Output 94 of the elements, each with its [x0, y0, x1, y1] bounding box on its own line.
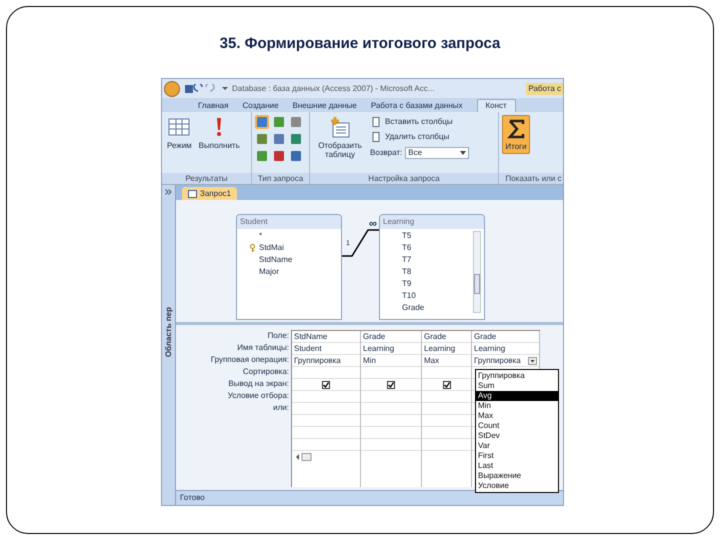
return-label: Возврат:	[370, 149, 402, 157]
table-box-title: Student	[237, 215, 341, 229]
context-tab-label: Работа с	[526, 82, 563, 94]
checkbox[interactable]	[442, 380, 450, 388]
table-field[interactable]: T8	[402, 268, 412, 276]
dropdown-option[interactable]: Count	[476, 421, 558, 431]
scrollbar[interactable]	[473, 231, 481, 313]
query-type-icon[interactable]	[272, 132, 286, 146]
ribbon-tab[interactable]: Конст	[476, 99, 516, 112]
grid-cell[interactable]: Группировка	[472, 355, 539, 367]
table-field[interactable]: *	[259, 232, 262, 240]
document-tab[interactable]: Запрос1	[182, 187, 237, 200]
row-label: или:	[273, 402, 289, 414]
dropdown-option[interactable]: StDev	[476, 431, 558, 441]
exclamation-icon	[217, 117, 222, 139]
query-type-icon[interactable]	[289, 132, 303, 146]
relationship-many-label: ∞	[369, 219, 377, 230]
row-label: Имя таблицы:	[237, 342, 289, 354]
dropdown-option[interactable]: Var	[476, 441, 558, 451]
table-field[interactable]: StdMai	[259, 244, 284, 252]
table-field[interactable]: StdName	[259, 256, 292, 264]
dropdown-option[interactable]: Last	[476, 461, 558, 471]
table-field[interactable]: T6	[402, 244, 412, 252]
dropdown-option[interactable]: Avg	[476, 391, 558, 401]
ribbon-group-label: Результаты	[162, 173, 251, 184]
row-label: Условие отбора:	[228, 390, 289, 402]
dropdown-option[interactable]: First	[476, 451, 558, 461]
grid-cell[interactable]: Learning	[472, 343, 539, 355]
dropdown-option[interactable]: Группировка	[476, 371, 558, 381]
table-field[interactable]: Major	[259, 268, 280, 276]
office-button[interactable]	[164, 80, 180, 96]
column-icon	[370, 117, 382, 127]
query-type-icon[interactable]	[255, 132, 269, 146]
table-field[interactable]: T10	[402, 292, 416, 300]
ribbon-button[interactable]: Режим	[165, 115, 194, 152]
ribbon-button[interactable]: Выполнить	[196, 115, 242, 152]
ribbon-group-label: Тип запроса	[252, 173, 309, 184]
dropdown-option[interactable]: Min	[476, 401, 558, 411]
row-label: Вывод на экран:	[228, 378, 289, 390]
collapse-icon[interactable]	[165, 189, 172, 195]
table-field[interactable]: T7	[402, 256, 412, 264]
grid-cell[interactable]: Max	[422, 355, 471, 367]
table-box-title: Learning	[380, 215, 484, 229]
dropdown-option[interactable]: Sum	[476, 381, 558, 391]
table-field[interactable]: T5	[402, 232, 412, 240]
query-type-icon[interactable]	[272, 149, 286, 163]
ribbon-tab[interactable]: Создание	[242, 99, 279, 112]
sigma-icon	[505, 118, 527, 140]
grid-cell[interactable]: Группировка	[292, 355, 360, 367]
checkbox[interactable]	[387, 380, 395, 388]
row-label: Групповая операция:	[210, 354, 289, 366]
query-type-icon[interactable]	[289, 149, 303, 163]
scroll-left-icon[interactable]	[296, 453, 312, 461]
grid-cell[interactable]: Grade	[422, 331, 471, 343]
query-type-icon[interactable]	[255, 115, 269, 129]
grid-cell[interactable]: Grade	[361, 331, 421, 343]
checkbox[interactable]	[322, 380, 330, 388]
grid-cell[interactable]: Student	[292, 343, 360, 355]
query-icon	[188, 190, 197, 198]
column-icon	[370, 132, 382, 142]
query-type-icon[interactable]	[255, 149, 269, 163]
dropdown-arrow-icon	[460, 151, 466, 155]
ribbon-button[interactable]: Вставить столбцы	[370, 117, 470, 127]
table-field[interactable]: Grade	[402, 304, 424, 312]
window-title: Database : база данных (Access 2007) - Microsoft Acc...	[232, 84, 434, 92]
dropdown-arrow-icon[interactable]	[528, 356, 537, 364]
quick-access-toolbar-icon[interactable]	[184, 84, 228, 94]
ribbon-tab[interactable]: Работа с базами данных	[370, 99, 463, 112]
key-icon	[249, 244, 256, 252]
return-select[interactable]: Все	[405, 147, 470, 159]
row-label: Сортировка:	[242, 366, 289, 378]
navigation-pane-label[interactable]: Область пер	[164, 307, 172, 358]
ribbon-tab[interactable]: Главная	[198, 99, 228, 112]
dropdown-option[interactable]: Условие	[476, 481, 558, 491]
ribbon-tab[interactable]: Внешние данные	[292, 99, 357, 112]
ribbon-group-label: Показать или с	[499, 173, 563, 184]
dropdown-option[interactable]: Выражение	[476, 471, 558, 481]
table-field[interactable]: T9	[402, 280, 412, 288]
slide-title: 35. Формирование итогового запроса	[220, 34, 500, 54]
status-text: Готово	[180, 494, 205, 502]
ribbon-button[interactable]: Удалить столбцы	[370, 132, 470, 142]
grid-cell[interactable]: Learning	[361, 343, 421, 355]
ribbon-group-label: Настройка запроса	[310, 173, 498, 184]
dropdown-option[interactable]: Max	[476, 411, 558, 421]
grid-cell[interactable]: StdName	[292, 331, 360, 343]
grid-cell[interactable]: Min	[361, 355, 421, 367]
grid-cell[interactable]: Grade	[472, 331, 539, 343]
grid-cell[interactable]: Learning	[422, 343, 471, 355]
table-plus-icon	[329, 117, 351, 139]
query-type-icon[interactable]	[289, 115, 303, 129]
ribbon-button[interactable]: Итоги	[502, 115, 530, 154]
ribbon-button[interactable]: Отобразить таблицу	[313, 115, 367, 161]
row-label: Поле:	[268, 330, 289, 342]
query-type-icon[interactable]	[272, 115, 286, 129]
